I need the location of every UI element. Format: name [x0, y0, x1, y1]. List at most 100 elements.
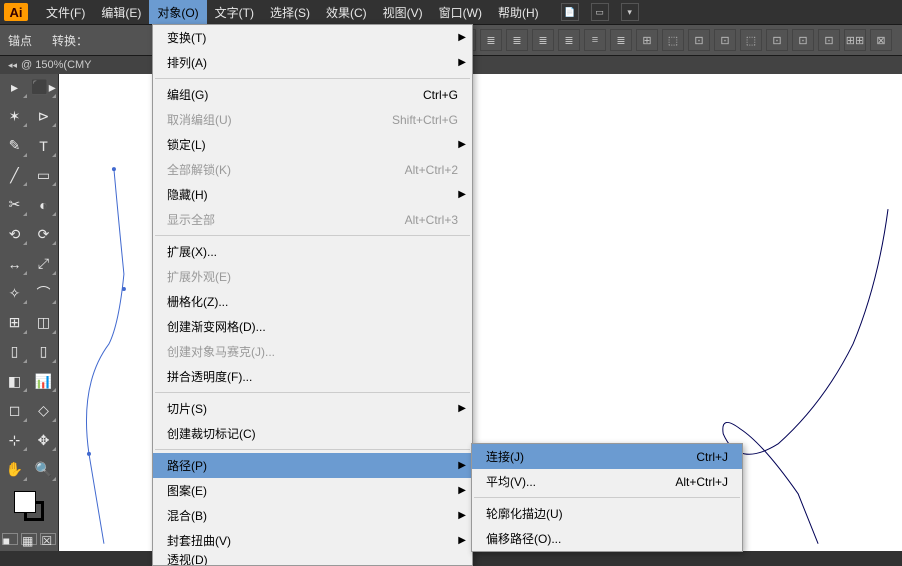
control-icon[interactable]: ≣: [558, 29, 580, 51]
tool[interactable]: ▭: [29, 162, 58, 188]
tool[interactable]: 🔍: [29, 457, 58, 483]
menu-item[interactable]: 窗口(W): [431, 0, 490, 24]
menu-entry: 取消编组(U)Shift+Ctrl+G: [153, 107, 472, 132]
app-logo: Ai: [4, 3, 28, 21]
tool[interactable]: ⊞: [0, 310, 29, 336]
control-icon[interactable]: ⊡: [688, 29, 710, 51]
tool[interactable]: ⌒: [29, 280, 58, 306]
submenu-arrow-icon: ▶: [458, 189, 466, 200]
menu-item[interactable]: 视图(V): [375, 0, 431, 24]
submenu-arrow-icon: ▶: [458, 460, 466, 471]
control-icon[interactable]: ≣: [610, 29, 632, 51]
tool[interactable]: ⊹: [0, 427, 29, 453]
menu-entry[interactable]: 排列(A)▶: [153, 50, 472, 75]
tool[interactable]: ⊳: [29, 103, 58, 129]
color-mode-icon[interactable]: ▦: [21, 533, 37, 545]
fill-stroke[interactable]: [0, 486, 58, 526]
menu-entry-label: 连接(J): [486, 448, 524, 465]
control-icon[interactable]: ⊠: [870, 29, 892, 51]
tool[interactable]: ✧: [0, 280, 29, 306]
menubar-icon[interactable]: ▾: [621, 3, 639, 21]
menu-entry-label: 平均(V)...: [486, 473, 536, 490]
tool[interactable]: ↔: [0, 251, 29, 277]
control-icon[interactable]: ⬚: [662, 29, 684, 51]
menu-entry[interactable]: 隐藏(H)▶: [153, 182, 472, 207]
menu-item[interactable]: 对象(O): [149, 0, 206, 24]
control-icon[interactable]: ⊡: [766, 29, 788, 51]
menu-entry[interactable]: 封套扭曲(V)▶: [153, 528, 472, 553]
menu-entry[interactable]: 变换(T)▶: [153, 25, 472, 50]
menu-entry[interactable]: 偏移路径(O)...: [472, 526, 742, 551]
tool[interactable]: ▯: [0, 339, 29, 365]
control-icon[interactable]: ⊡: [792, 29, 814, 51]
tool[interactable]: T: [29, 133, 58, 159]
menu-entry[interactable]: 图案(E)▶: [153, 478, 472, 503]
menu-entry[interactable]: 轮廓化描边(U): [472, 501, 742, 526]
menu-entry[interactable]: 锁定(L)▶: [153, 132, 472, 157]
menu-item[interactable]: 文字(T): [207, 0, 262, 24]
control-icon[interactable]: ≣: [532, 29, 554, 51]
menu-entry[interactable]: 栅格化(Z)...: [153, 289, 472, 314]
menu-entry[interactable]: 切片(S)▶: [153, 396, 472, 421]
anchor-label: 锚点: [8, 32, 32, 49]
tool[interactable]: ◐: [29, 192, 58, 218]
menu-entry[interactable]: 创建渐变网格(D)...: [153, 314, 472, 339]
control-icon[interactable]: ≣: [480, 29, 502, 51]
tool[interactable]: ⟲: [0, 221, 29, 247]
menu-shortcut: Ctrl+J: [696, 450, 728, 464]
tool[interactable]: ✂: [0, 192, 29, 218]
control-icon[interactable]: ⊞: [636, 29, 658, 51]
tool[interactable]: ✎: [0, 133, 29, 159]
tool[interactable]: ⟳: [29, 221, 58, 247]
submenu-arrow-icon: ▶: [458, 535, 466, 546]
control-icon[interactable]: ⬚: [740, 29, 762, 51]
menu-entry[interactable]: 混合(B)▶: [153, 503, 472, 528]
tool[interactable]: ✥: [29, 427, 58, 453]
menu-entry-label: 图案(E): [167, 482, 207, 499]
menu-entry[interactable]: 拼合透明度(F)...: [153, 364, 472, 389]
tool[interactable]: ⤢: [29, 251, 58, 277]
tool[interactable]: ◇: [29, 398, 58, 424]
control-icon[interactable]: ⊞⊞: [844, 29, 866, 51]
menubar-icon[interactable]: ▭: [591, 3, 609, 21]
control-icon[interactable]: ≣: [506, 29, 528, 51]
menu-path-submenu: 连接(J) Ctrl+J 平均(V)... Alt+Ctrl+J 轮廓化描边(U)偏移路…: [471, 443, 743, 552]
tool[interactable]: ⬛▸: [29, 74, 58, 100]
tool[interactable]: ▸: [0, 74, 29, 100]
color-mode-icon[interactable]: ☒: [40, 533, 56, 545]
menu-entry[interactable]: 创建裁切标记(C): [153, 421, 472, 446]
menu-item[interactable]: 选择(S): [262, 0, 318, 24]
tool[interactable]: 📊: [29, 368, 58, 394]
menu-entry-label: 混合(B): [167, 507, 207, 524]
menu-shortcut: Alt+Ctrl+2: [405, 163, 458, 177]
toolbox: ▸⬛▸✶⊳✎T╱▭✂◐⟲⟳↔⤢✧⌒⊞◫▯▯◧📊◻◇⊹✥✋🔍■▦☒: [0, 74, 59, 551]
control-icon[interactable]: ≡: [584, 29, 606, 51]
menu-entry[interactable]: 连接(J) Ctrl+J: [472, 444, 742, 469]
menu-entry[interactable]: 透视(D): [153, 553, 472, 565]
tool[interactable]: ◻: [0, 398, 29, 424]
tool[interactable]: ◫: [29, 310, 58, 336]
collapse-icon[interactable]: ◂◂: [8, 60, 17, 71]
menu-entry[interactable]: 平均(V)... Alt+Ctrl+J: [472, 469, 742, 494]
menu-shortcut: Alt+Ctrl+J: [675, 475, 728, 489]
menu-entry[interactable]: 路径(P) ▶: [153, 453, 472, 478]
tool[interactable]: ✋: [0, 457, 29, 483]
menu-entry-label: 路径(P): [167, 457, 207, 474]
tool[interactable]: ✶: [0, 103, 29, 129]
menu-separator: [155, 78, 470, 79]
tool[interactable]: ▯: [29, 339, 58, 365]
menubar-icon[interactable]: 📄: [561, 3, 579, 21]
control-icon[interactable]: ⊡: [818, 29, 840, 51]
tool[interactable]: ◧: [0, 368, 29, 394]
menu-entry: 显示全部Alt+Ctrl+3: [153, 207, 472, 232]
menu-item[interactable]: 编辑(E): [93, 0, 149, 24]
menu-item[interactable]: 文件(F): [38, 0, 93, 24]
control-icon[interactable]: ⊡: [714, 29, 736, 51]
menu-item[interactable]: 帮助(H): [490, 0, 547, 24]
menu-entry[interactable]: 编组(G)Ctrl+G: [153, 82, 472, 107]
menu-entry[interactable]: 扩展(X)...: [153, 239, 472, 264]
menu-item[interactable]: 效果(C): [318, 0, 375, 24]
color-mode-icon[interactable]: ■: [2, 533, 18, 545]
tool[interactable]: ╱: [0, 162, 29, 188]
menu-object-dropdown: 变换(T)▶排列(A)▶ 编组(G)Ctrl+G取消编组(U)Shift+Ctrl…: [152, 24, 473, 566]
